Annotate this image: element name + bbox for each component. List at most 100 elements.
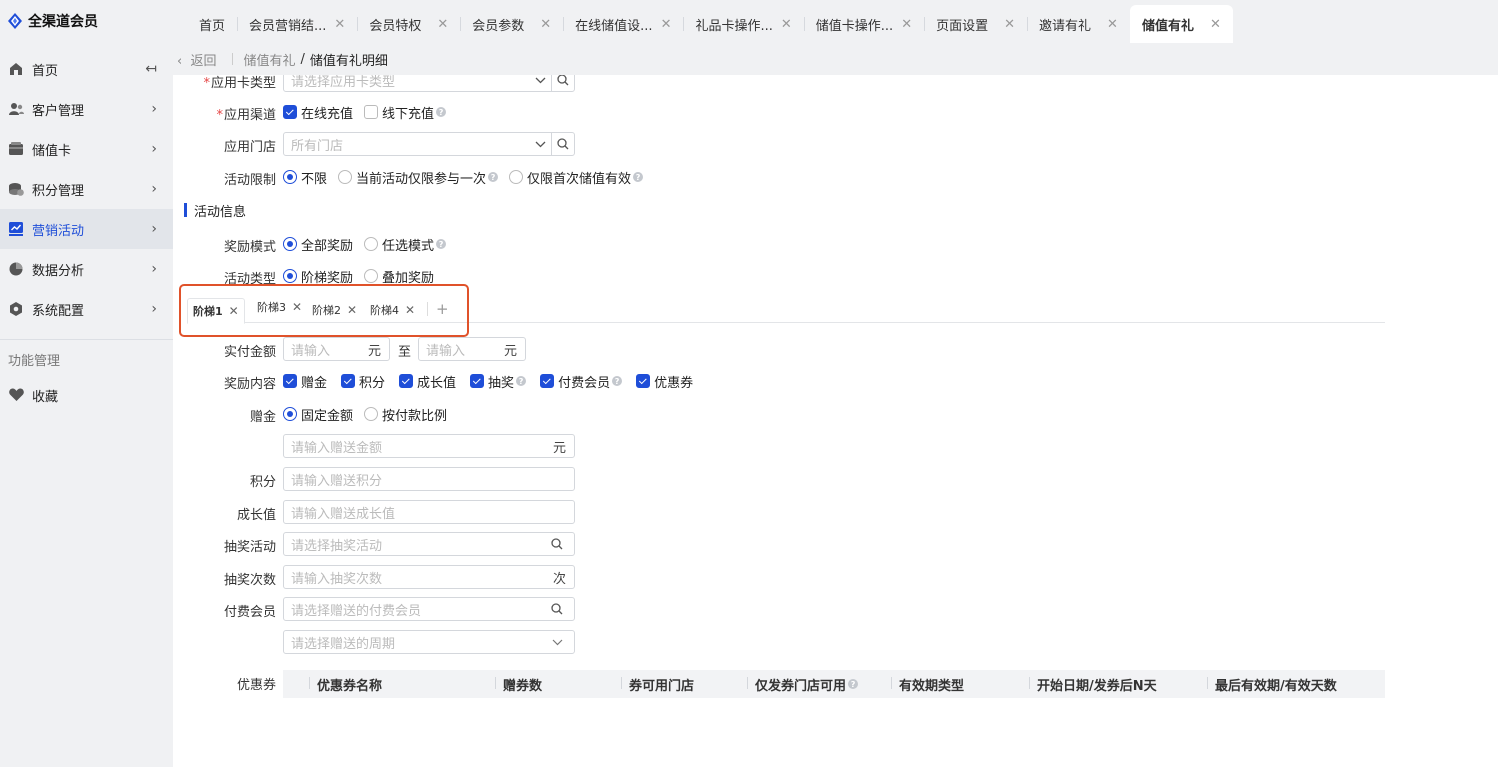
tab-page-settings[interactable]: 页面设置 ✕ (924, 5, 1027, 43)
activity-type-tiered-radio[interactable]: 阶梯奖励 (283, 267, 353, 286)
sidebar-item-customers[interactable]: 客户管理 › (0, 89, 173, 129)
chevron-right-icon: › (151, 261, 157, 277)
chevron-right-icon: › (151, 221, 157, 237)
close-icon[interactable]: ✕ (334, 17, 345, 32)
lottery-select[interactable]: 请选择抽奖活动 (283, 532, 575, 556)
reward-mode-all-radio[interactable]: 全部奖励 (283, 235, 353, 254)
radio[interactable] (509, 170, 524, 184)
paid-member-period-select[interactable]: 请选择赠送的周期 (283, 630, 575, 654)
reward-bonus-checkbox[interactable]: 赠金 (283, 372, 327, 391)
radio[interactable] (283, 269, 297, 283)
tab-member-marketing[interactable]: 会员营销结... ✕ (237, 5, 357, 43)
breadcrumb-parent[interactable]: 储值有礼 (243, 50, 295, 69)
paid-amount-to-input[interactable]: 请输入 元 (418, 337, 526, 361)
reward-points-checkbox[interactable]: 积分 (341, 372, 385, 391)
tab-member-privileges[interactable]: 会员特权 ✕ (357, 5, 460, 43)
search-icon[interactable] (552, 138, 574, 150)
bonus-amount-input[interactable]: 请输入赠送金额 元 (283, 434, 575, 458)
limit-once-radio[interactable]: 当前活动仅限参与一次? (338, 168, 499, 187)
bonus-ratio-radio[interactable]: 按付款比例 (364, 405, 447, 424)
close-icon[interactable]: ✕ (901, 17, 912, 32)
close-icon[interactable]: ✕ (1210, 17, 1221, 32)
radio[interactable] (338, 170, 353, 184)
help-icon[interactable]: ? (612, 376, 623, 386)
close-icon[interactable]: ✕ (781, 17, 792, 32)
lottery-times-input[interactable]: 请输入抽奖次数 次 (283, 565, 575, 589)
radio[interactable] (283, 237, 297, 251)
limit-unlimited-radio[interactable]: 不限 (283, 168, 327, 187)
tab-gift-card-ops[interactable]: 礼品卡操作... ✕ (683, 5, 803, 43)
radio[interactable] (364, 407, 379, 421)
reward-coupon-checkbox[interactable]: 优惠券 (636, 372, 693, 391)
app-title: 全渠道会员 (28, 14, 98, 30)
tab-member-params[interactable]: 会员参数 ✕ (460, 5, 563, 43)
close-icon[interactable]: ✕ (1107, 17, 1118, 32)
bonus-fixed-radio[interactable]: 固定金额 (283, 405, 353, 424)
channel-offline-checkbox[interactable]: 线下充值? (364, 103, 447, 122)
radio[interactable] (283, 170, 297, 184)
reward-content-label: 奖励内容 (223, 377, 276, 392)
points-input[interactable]: 请输入赠送积分 (283, 467, 575, 491)
collapse-sidebar-icon[interactable]: ↤ (145, 61, 157, 77)
sidebar-item-favorites[interactable]: 收藏 (0, 378, 173, 412)
sidebar-item-home[interactable]: 首页 ↤ (0, 49, 173, 89)
help-icon[interactable]: ? (633, 172, 644, 182)
main-content: ‹ 返回 储值有礼 / 储值有礼明细 *应用卡类型 请选择应用卡类型 *应用渠道… (173, 43, 1498, 767)
sidebar-item-system-config[interactable]: 系统配置 › (0, 289, 173, 329)
close-icon[interactable]: ✕ (661, 17, 672, 32)
chevron-right-icon: › (151, 181, 157, 197)
tab-label: 会员特权 (369, 18, 422, 34)
store-label: 应用门店 (223, 140, 276, 155)
highlight-box (179, 284, 469, 337)
radio[interactable] (283, 407, 297, 421)
help-icon[interactable]: ? (848, 679, 859, 689)
paid-member-select[interactable]: 请选择赠送的付费会员 (283, 597, 575, 621)
close-icon[interactable]: ✕ (437, 17, 448, 32)
reward-growth-checkbox[interactable]: 成长值 (399, 372, 456, 391)
checkbox[interactable] (399, 374, 414, 388)
checkbox[interactable] (470, 374, 485, 388)
help-icon[interactable]: ? (436, 239, 447, 249)
channel-online-checkbox[interactable]: 在线充值 (283, 103, 353, 122)
back-link[interactable]: ‹ 返回 (177, 50, 216, 69)
close-icon[interactable]: ✕ (1004, 17, 1015, 32)
checkbox[interactable] (636, 374, 651, 388)
sidebar-item-label: 收藏 (32, 389, 59, 405)
help-icon[interactable]: ? (516, 376, 527, 386)
breadcrumb-divider (232, 53, 234, 65)
app-brand[interactable]: 全渠道会员 (0, 0, 173, 42)
search-icon[interactable] (546, 538, 568, 550)
checkbox[interactable] (283, 374, 297, 388)
sidebar-item-label: 首页 (32, 63, 59, 79)
tab-stored-value-card-ops[interactable]: 储值卡操作... ✕ (803, 5, 924, 43)
reward-mode-optional-radio[interactable]: 任选模式? (364, 235, 447, 254)
checkbox[interactable] (540, 374, 555, 388)
sidebar-item-stored-value-card[interactable]: 储值卡 › (0, 129, 173, 169)
checkbox[interactable] (364, 105, 379, 119)
sidebar-item-marketing[interactable]: 营销活动 › (0, 209, 173, 249)
channel-label: *应用渠道 (216, 108, 276, 123)
paid-amount-label: 实付金额 (223, 345, 276, 360)
search-icon[interactable] (546, 603, 568, 615)
radio[interactable] (364, 237, 379, 251)
paid-amount-from-input[interactable]: 请输入 元 (283, 337, 390, 361)
close-icon[interactable]: ✕ (540, 17, 551, 32)
checkbox[interactable] (283, 105, 297, 119)
radio[interactable] (364, 269, 379, 283)
tab-stored-value-gift[interactable]: 储值有礼 ✕ (1129, 5, 1233, 43)
store-select[interactable]: 所有门店 (283, 132, 575, 156)
tab-online-stored-value[interactable]: 在线储值设... ✕ (563, 5, 683, 43)
sidebar-item-analytics[interactable]: 数据分析 › (0, 249, 173, 289)
activity-type-stacked-radio[interactable]: 叠加奖励 (364, 267, 434, 286)
reward-lottery-checkbox[interactable]: 抽奖? (470, 372, 527, 391)
help-icon[interactable]: ? (436, 107, 447, 117)
tab-invite-gift[interactable]: 邀请有礼 ✕ (1027, 5, 1130, 43)
sidebar-item-points[interactable]: 积分管理 › (0, 169, 173, 209)
growth-input[interactable]: 请输入赠送成长值 (283, 500, 575, 524)
reward-paid-member-checkbox[interactable]: 付费会员? (540, 372, 623, 391)
help-icon[interactable]: ? (488, 172, 499, 182)
limit-first-only-radio[interactable]: 仅限首次储值有效? (509, 168, 644, 187)
search-icon[interactable] (552, 74, 574, 86)
tab-home[interactable]: 首页 (187, 5, 237, 43)
checkbox[interactable] (341, 374, 356, 388)
